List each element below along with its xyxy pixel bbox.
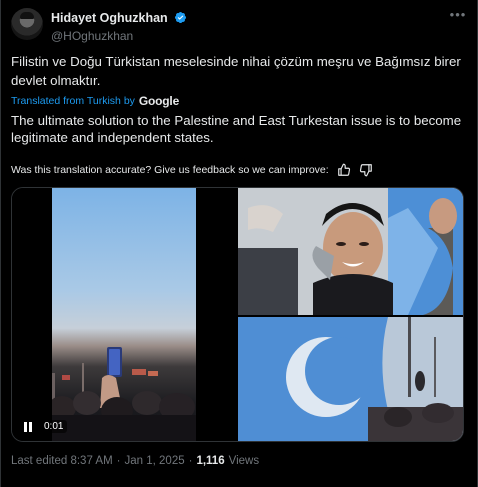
translator-logo: Google [138, 94, 180, 108]
more-icon[interactable]: ••• [449, 8, 467, 26]
photo-bottom-image [238, 317, 463, 441]
views-label: Views [228, 455, 260, 467]
pause-icon[interactable] [22, 421, 34, 433]
video-timestamp: 0:01 [40, 420, 68, 433]
author-display-name[interactable]: Hidayet Oghuzkhan [51, 11, 168, 25]
feedback-prompt: Was this translation accurate? Give us f… [11, 164, 329, 176]
video-frame [52, 188, 196, 441]
separator: · [116, 455, 121, 467]
post: Hidayet Oghuzkhan @HOghuzkhan ••• Filist… [0, 0, 478, 487]
photo-top-right[interactable] [238, 188, 463, 315]
crowd-image [52, 347, 196, 441]
views-count[interactable]: 1,116 [196, 455, 224, 467]
photo-top-image [238, 188, 463, 315]
post-metadata: Last edited 8:37 AM · Jan 1, 2025 · 1,11… [11, 455, 259, 467]
translated-from-label: Translated from Turkish by [11, 95, 135, 107]
translation-feedback: Was this translation accurate? Give us f… [11, 162, 373, 178]
avatar[interactable] [11, 8, 43, 40]
last-edited-link[interactable]: Last edited 8:37 AM [11, 455, 113, 467]
video-player[interactable]: 0:01 [12, 188, 236, 441]
post-header: Hidayet Oghuzkhan @HOghuzkhan ••• [11, 8, 469, 44]
verified-badge-icon [175, 12, 187, 24]
post-media-grid: 0:01 [11, 187, 464, 442]
original-post-text: Filistin ve Doğu Türkistan meselesinde n… [11, 54, 461, 88]
separator: · [188, 455, 193, 467]
photo-bottom-right[interactable] [238, 317, 463, 441]
translation-attribution[interactable]: Translated from Turkish by Google [11, 94, 179, 108]
translated-post-text: The ultimate solution to the Palestine a… [11, 113, 462, 145]
thumbs-up-icon[interactable] [337, 163, 351, 177]
author-handle[interactable]: @HOghuzkhan [51, 29, 187, 43]
post-date[interactable]: Jan 1, 2025 [125, 455, 185, 467]
video-controls: 0:01 [22, 420, 68, 433]
author-names: Hidayet Oghuzkhan @HOghuzkhan [51, 9, 187, 43]
thumbs-down-icon[interactable] [359, 163, 373, 177]
